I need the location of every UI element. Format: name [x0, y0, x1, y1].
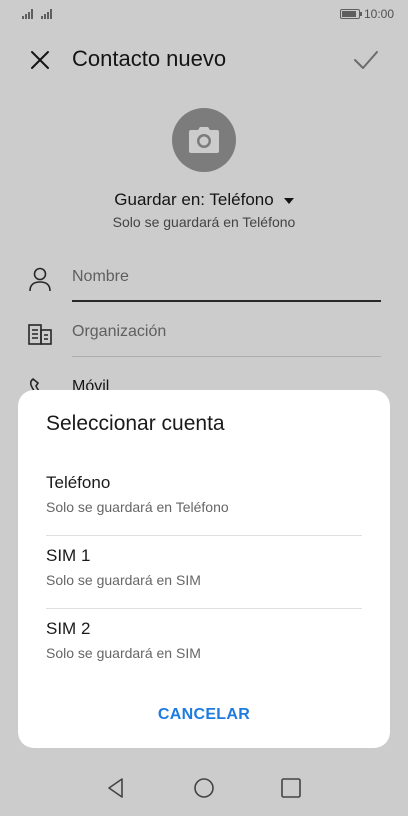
cancel-button[interactable]: CANCELAR — [18, 706, 390, 724]
option-subtitle: Solo se guardará en Teléfono — [46, 499, 229, 515]
account-option-sim1[interactable]: SIM 1 Solo se guardará en SIM — [46, 536, 362, 609]
option-title: SIM 1 — [46, 546, 91, 565]
select-account-dialog: Seleccionar cuenta Teléfono Solo se guar… — [18, 390, 390, 748]
option-title: Teléfono — [46, 473, 111, 492]
option-subtitle: Solo se guardará en SIM — [46, 645, 201, 661]
dialog-title: Seleccionar cuenta — [46, 412, 225, 435]
option-title: SIM 2 — [46, 619, 91, 638]
account-option-sim2[interactable]: SIM 2 Solo se guardará en SIM — [46, 609, 362, 682]
option-subtitle: Solo se guardará en SIM — [46, 572, 201, 588]
account-option-telefono[interactable]: Teléfono Solo se guardará en Teléfono — [46, 463, 362, 536]
